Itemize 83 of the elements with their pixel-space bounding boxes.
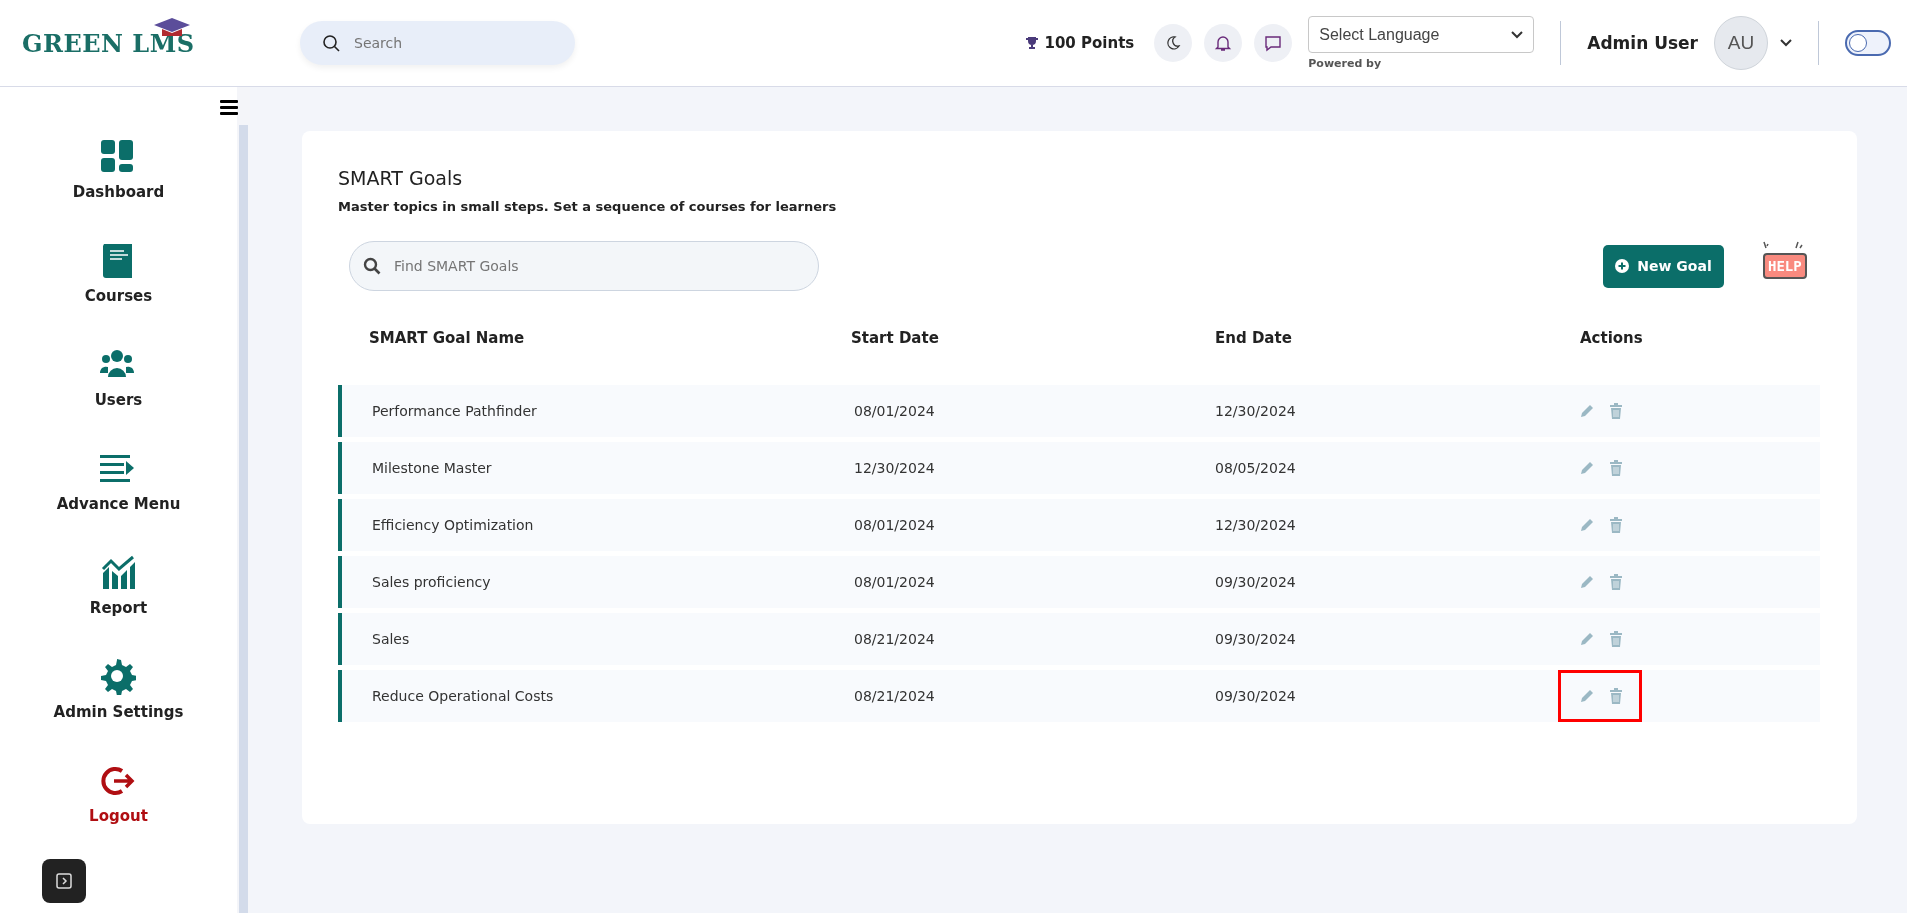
pencil-icon [1579,688,1595,704]
table-cell-text: 08/05/2024 [1215,460,1297,476]
table-cell-text: 12/30/2024 [1215,403,1297,419]
table-cell-text: 09/30/2024 [1215,688,1297,704]
delete-button[interactable] [1609,403,1623,419]
settings-icon [100,659,137,695]
logo: GREEN LMS [22,28,272,58]
sidebar-item[interactable]: Report [89,549,148,653]
trash-icon [1609,574,1623,590]
table-cell-text: 08/01/2024 [854,403,936,419]
menu-icon [220,99,238,115]
delete-button[interactable] [1609,517,1623,533]
plus-circle-icon [1615,259,1630,273]
table-cell-text: Efficiency Optimization [372,517,535,533]
search-field[interactable]: Find SMART Goals [349,241,819,291]
edit-button[interactable] [1579,574,1595,590]
column-header: Actions [1580,329,1644,349]
chevron-right-icon [56,873,72,889]
search-field[interactable]: Search [300,21,575,65]
theme-toggle[interactable] [1845,30,1891,56]
trash-icon [1609,460,1623,476]
pencil-icon [1579,517,1595,533]
delete-button[interactable] [1609,460,1623,476]
new-goal-button[interactable]: New Goal [1603,244,1724,288]
table-cell-text: 12/30/2024 [1215,517,1297,533]
pencil-icon [1579,574,1595,590]
column-header: Start Date [851,329,940,349]
delete-button[interactable] [1609,631,1623,647]
table-cell-text: Sales [372,631,411,647]
menu-button[interactable] [220,99,238,118]
edit-button[interactable] [1579,517,1595,533]
table-cell-text: 09/30/2024 [1215,631,1297,647]
trash-icon [1609,517,1623,533]
notifications-button[interactable] [1204,24,1243,62]
powered-by-text: Powered by [1308,57,1383,70]
table-cell-text: Milestone Master [372,460,493,476]
dark-mode-button[interactable] [1154,24,1193,62]
page-title: SMART Goals [338,167,464,189]
trash-icon [1609,403,1623,419]
sidebar-item[interactable]: Users [94,341,143,445]
table-cell-text: Sales proficiency [372,574,492,590]
edit-button[interactable] [1579,403,1595,419]
scrollbar-thumb[interactable] [239,125,248,913]
trophy-icon [1024,36,1039,50]
sidebar-item[interactable]: Advance Menu [56,445,181,549]
pencil-icon [1579,403,1595,419]
table-cell-text: 08/01/2024 [854,517,936,533]
sidebar-item[interactable]: Admin Settings [53,653,184,757]
table-cell-text: Reduce Operational Costs [372,688,555,704]
pencil-icon [1579,460,1595,476]
column-header: SMART Goal Name [369,329,526,349]
sidebar-item[interactable]: Courses [84,237,153,341]
chevron-down-icon[interactable] [1780,39,1792,47]
table-cell-text: 08/21/2024 [854,688,936,704]
edit-button[interactable] [1579,631,1595,647]
user-avatar[interactable]: AU [1714,16,1768,70]
language-select[interactable]: Select Language [1308,16,1535,53]
moon-icon [1165,35,1182,51]
edit-button[interactable] [1579,460,1595,476]
edit-button[interactable] [1579,688,1595,704]
table-cell-text: 08/21/2024 [854,631,936,647]
table-cell-text: 08/01/2024 [854,574,936,590]
language-select-value: Select Language [1319,25,1440,44]
expand-panel-button[interactable] [42,859,86,903]
user-name: Admin User [1587,33,1698,53]
trash-icon [1609,631,1623,647]
delete-button[interactable] [1609,574,1623,590]
bell-icon [1214,34,1233,52]
delete-button[interactable] [1609,688,1623,704]
chevron-down-icon [1511,30,1524,39]
trash-icon [1609,688,1623,704]
points-label: 100 Points [1044,34,1135,52]
page-subtitle: Master topics in small steps. Set a sequence of courses for learners [338,199,838,214]
chat-bubble-icon [1264,34,1283,52]
pencil-icon [1579,631,1595,647]
column-header: End Date [1215,329,1293,349]
table-cell-text: 09/30/2024 [1215,574,1297,590]
sidebar-item[interactable]: Dashboard [72,133,165,237]
table-cell-text: Performance Pathfinder [372,403,538,419]
table-cell-text: 12/30/2024 [854,460,936,476]
chat-button[interactable] [1254,24,1293,62]
bar-chart-icon [100,555,137,591]
sidebar-item[interactable]: Logout [89,757,148,861]
